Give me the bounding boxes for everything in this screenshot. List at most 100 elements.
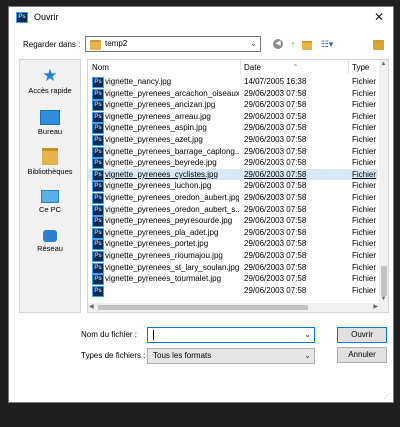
column-divider[interactable] [240, 60, 241, 74]
cancel-button[interactable]: Annuler [337, 347, 387, 363]
filetype-value: Tous les formats [153, 351, 212, 360]
file-date: 29/06/2003 07:58 [244, 123, 307, 133]
file-name: vignette_pyrenees_rioumajou.jpg [105, 250, 223, 260]
file-date: 29/06/2003 07:58 [244, 88, 307, 98]
desktop-shortcut-button[interactable] [373, 38, 385, 50]
file-row[interactable]: Ps vignette_pyrenees_barrage_caplong... 29… [88, 146, 378, 158]
file-row[interactable]: Ps vignette_pyrenees_oredon_aubert.jpg 29/… [88, 192, 378, 204]
file-type: Fichier [352, 100, 377, 110]
file-name: vignette_pyrenees_cyclistes.jpg [105, 169, 218, 179]
column-divider[interactable] [348, 60, 349, 74]
file-list[interactable]: Nom ⌃ Date Type Ps vignette_nancy.jpg 14/0… [87, 59, 389, 313]
file-row[interactable]: Ps vignette_pyrenees_beyrede.jpg 29/06/200… [88, 157, 378, 170]
up-folder-button[interactable]: ↑ [287, 38, 299, 50]
file-row[interactable]: Ps vignette_pyrenees_aspin.jpg 29/06/2003 … [88, 122, 378, 135]
file-date: 29/06/2003 07:58 [244, 274, 307, 284]
new-folder-button[interactable] [301, 38, 313, 50]
filetype-label: Types de fichiers : [81, 351, 146, 360]
file-row[interactable]: Ps vignette_pyrenees_portet.jpg 29/06/2003… [88, 238, 378, 251]
file-row[interactable]: Ps 29/06/2003 07:58 Fichier [88, 285, 378, 297]
photoshop-file-icon: Ps [92, 169, 104, 181]
photoshop-file-icon: Ps [92, 158, 104, 170]
file-date: 29/06/2003 07:58 [244, 158, 307, 168]
file-name: vignette_pyrenees_beyrede.jpg [105, 158, 217, 168]
photoshop-file-icon: Ps [92, 123, 104, 135]
file-name: vignette_pyrenees_luchon.jpg [105, 181, 212, 191]
place-network[interactable]: Réseau [20, 228, 80, 253]
file-date: 29/06/2003 07:58 [244, 169, 307, 179]
scroll-up-icon[interactable]: ▲ [379, 61, 388, 67]
file-name: vignette_pyrenees_barrage_caplong... [105, 146, 239, 156]
file-type: Fichier [352, 181, 377, 191]
file-name: vignette_pyrenees_st_lary_soulan.jpg [105, 262, 239, 272]
scroll-left-icon[interactable]: ◀ [89, 303, 94, 310]
photoshop-file-icon: Ps [92, 262, 104, 274]
file-date: 29/06/2003 07:58 [244, 239, 307, 249]
file-row[interactable]: Ps vignette_pyrenees_pla_adet.jpg 29/06/20… [88, 227, 378, 239]
column-header-name[interactable]: Nom [92, 63, 109, 72]
photoshop-file-icon: Ps [92, 100, 104, 112]
file-row[interactable]: Ps vignette_pyrenees_st_lary_soulan.jpg 29… [88, 262, 378, 274]
close-button[interactable]: ✕ [371, 9, 387, 25]
file-type: Fichier [352, 169, 377, 179]
file-row[interactable]: Ps vignette_pyrenees_arcachon_oiseaux.jpg… [88, 88, 378, 100]
file-date: 29/06/2003 07:58 [244, 250, 307, 260]
file-date: 29/06/2003 07:58 [244, 111, 307, 121]
file-type: Fichier [352, 216, 377, 226]
place-label: Bibliothèques [27, 167, 73, 176]
chevron-down-icon[interactable]: ⌄ [304, 351, 311, 360]
file-type: Fichier [352, 123, 377, 133]
file-type: Fichier [352, 227, 377, 237]
file-row[interactable]: Ps vignette_pyrenees_cyclistes.jpg 29/06/2… [88, 168, 378, 181]
file-row[interactable]: Ps vignette_pyrenees_tourmalet.jpg 29/06/2… [88, 273, 378, 286]
photoshop-file-icon: Ps [92, 274, 104, 286]
column-header-date[interactable]: Date [244, 63, 261, 72]
title-bar: Ps Ouvrir ✕ [9, 7, 393, 27]
file-row[interactable]: Ps vignette_pyrenees_arreau.jpg 29/06/2003… [88, 111, 378, 123]
file-type: Fichier [352, 274, 377, 284]
scroll-down-icon[interactable]: ▼ [379, 296, 388, 302]
place-desktop[interactable]: Bureau [20, 108, 80, 136]
dialog-title: Ouvrir [34, 12, 59, 22]
place-quick-access[interactable]: ★ Accès rapide [20, 67, 80, 95]
vertical-scrollbar[interactable]: ▲ ▼ [379, 60, 388, 312]
scrollbar-thumb[interactable] [98, 305, 308, 310]
look-in-dropdown[interactable]: temp2 ⌄ [85, 36, 261, 52]
file-row[interactable]: Ps vignette_pyrenees_oredon_aubert_s... 29… [88, 204, 378, 216]
scrollbar-thumb[interactable] [381, 266, 387, 296]
back-button[interactable]: ◀ [273, 39, 283, 49]
file-row[interactable]: Ps vignette_nancy.jpg 14/07/2005 16:38 Fich… [88, 76, 378, 88]
photoshop-file-icon: Ps [92, 216, 104, 228]
place-label: Réseau [37, 244, 63, 253]
file-row[interactable]: Ps vignette_pyrenees_azet.jpg 29/06/2003 0… [88, 134, 378, 146]
place-label: Bureau [37, 127, 63, 136]
scroll-right-icon[interactable]: ▶ [373, 303, 378, 310]
place-libraries[interactable]: Bibliothèques [20, 148, 80, 176]
folder-star-icon [373, 40, 384, 50]
file-row[interactable]: Ps vignette_pyrenees_ancizan.jpg 29/06/200… [88, 99, 378, 112]
place-label: Ce PC [38, 205, 62, 214]
chevron-down-icon[interactable]: ⌄ [250, 39, 257, 48]
file-date: 29/06/2003 07:58 [244, 216, 307, 226]
resize-grip-icon[interactable]: ⋰ [384, 392, 391, 400]
filetype-select[interactable]: Tous les formats ⌄ [147, 348, 315, 364]
file-type: Fichier [352, 262, 377, 272]
chevron-down-icon[interactable]: ⌄ [304, 330, 311, 339]
file-type: Fichier [352, 239, 377, 249]
place-this-pc[interactable]: Ce PC [20, 188, 80, 214]
file-row[interactable]: Ps vignette_pyrenees_rioumajou.jpg 29/06/2… [88, 250, 378, 262]
photoshop-icon: Ps [16, 12, 28, 23]
file-row[interactable]: Ps vignette_pyrenees_luchon.jpg 29/06/2003… [88, 180, 378, 193]
filename-combobox[interactable]: ⌄ [147, 327, 315, 343]
file-name: vignette_pyrenees_arreau.jpg [105, 111, 211, 121]
file-row[interactable]: Ps vignette_pyrenees_peyresourde.jpg 29/06… [88, 215, 378, 228]
column-header-row: Nom ⌃ Date Type [88, 60, 378, 74]
file-type: Fichier [352, 146, 377, 156]
horizontal-scrollbar[interactable]: ◀ ▶ [88, 303, 379, 312]
column-header-type[interactable]: Type [352, 63, 369, 72]
file-type: Fichier [352, 204, 377, 214]
open-button[interactable]: Ouvrir [337, 327, 387, 343]
photoshop-file-icon: Ps [92, 250, 104, 262]
view-menu-button[interactable]: ☷▾ [318, 38, 336, 50]
new-folder-icon [302, 41, 312, 50]
